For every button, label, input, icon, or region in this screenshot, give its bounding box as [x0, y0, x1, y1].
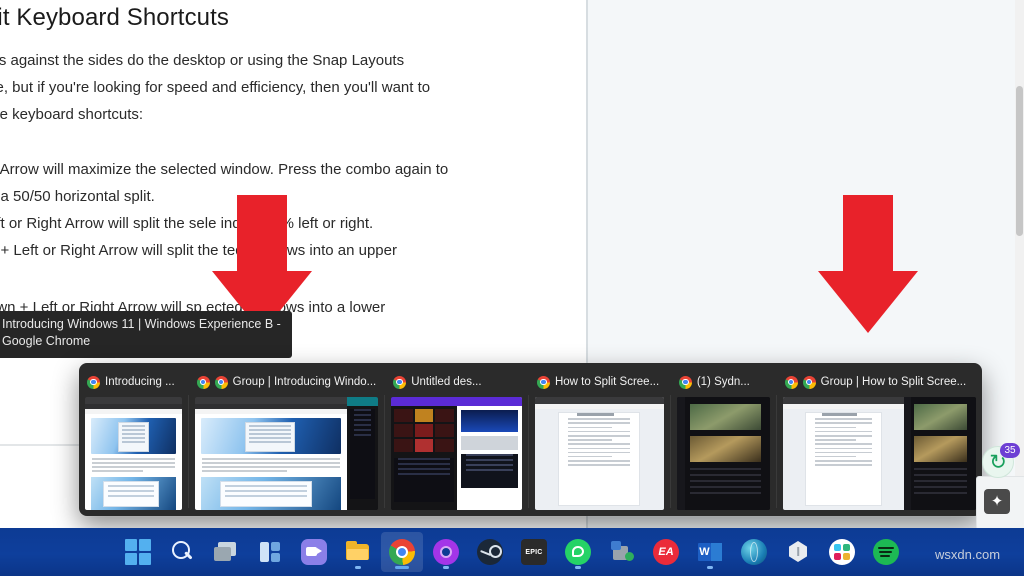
preview-title: (1) Sydn... — [696, 376, 750, 388]
article-line: p Arrow will maximize the selected windo… — [0, 161, 449, 178]
preview-image[interactable] — [194, 397, 379, 510]
preview-title-row: Untitled des... — [391, 371, 522, 393]
file-explorer-button[interactable] — [337, 532, 379, 572]
content-divider-accent — [0, 444, 80, 446]
running-indicator — [395, 566, 409, 569]
tooltip-line-2: Google Chrome — [2, 334, 91, 348]
preview-title: Group | How to Split Scree... — [820, 376, 967, 388]
article-line: ve, but if you're looking for speed and … — [0, 79, 431, 96]
preview-title: How to Split Scree... — [554, 376, 660, 388]
add-widget-button[interactable]: ✦ — [984, 489, 1010, 514]
teams-icon — [301, 539, 327, 565]
viber-button[interactable] — [425, 532, 467, 572]
preview-title: Untitled des... — [411, 376, 482, 388]
chrome-icon — [214, 375, 228, 389]
globe-button[interactable] — [733, 532, 775, 572]
screen-root: lit Keyboard Shortcuts ws against the si… — [0, 0, 1024, 576]
folder-icon — [345, 539, 371, 565]
article-line: ple keyboard shortcuts: — [0, 106, 144, 123]
arrow-shaft — [237, 195, 287, 273]
globe-icon — [741, 539, 767, 565]
task-view-icon — [213, 539, 239, 565]
epic-label: EPIC — [525, 548, 543, 556]
purple-ring-icon — [433, 539, 459, 565]
page-scrollbar-thumb[interactable] — [1016, 86, 1023, 236]
preview-title-row: (1) Sydn... — [677, 371, 770, 393]
chrome-icon — [196, 375, 210, 389]
chrome-icon — [536, 375, 550, 389]
preview-title-row: Introducing ... — [85, 371, 182, 393]
preview-image[interactable] — [85, 397, 182, 510]
article-line: ws against the sides do the desktop or u… — [0, 52, 405, 69]
cube-icon — [785, 539, 811, 565]
search-button[interactable] — [161, 532, 203, 572]
preview-title-row: Group | Introducing Windo... — [195, 371, 379, 393]
steam-icon — [477, 539, 503, 565]
ea-button[interactable]: EA — [645, 532, 687, 572]
taskbar-preview-flyout[interactable]: Introducing ... Group | Introducing Wind… — [79, 363, 982, 516]
preview-image[interactable] — [534, 397, 664, 510]
window-hover-tooltip: Introducing Windows 11 | Windows Experie… — [0, 311, 292, 358]
chrome-icon — [389, 539, 415, 565]
preview-image[interactable] — [676, 397, 770, 510]
sparkle-icon: ✦ — [990, 493, 1004, 510]
preview-title: Group | Introducing Windo... — [232, 376, 377, 388]
search-icon — [169, 539, 195, 565]
spotify-button[interactable] — [865, 532, 907, 572]
chrome-icon — [678, 375, 692, 389]
security-lock-icon — [609, 539, 635, 565]
widgets-button[interactable] — [249, 532, 291, 572]
ea-label: EA — [658, 546, 674, 558]
notification-badge: 35 — [1000, 443, 1020, 458]
annotation-arrow-right-icon — [818, 195, 918, 335]
start-button[interactable] — [117, 532, 159, 572]
ea-icon: EA — [653, 539, 679, 565]
chrome-icon — [393, 375, 407, 389]
preview-thumbnail[interactable]: Introducing ... — [79, 363, 188, 516]
arrow-shaft — [843, 195, 893, 273]
preview-thumbnail[interactable]: Group | How to Split Scree... — [777, 363, 982, 516]
chrome-icon — [802, 375, 816, 389]
steam-button[interactable] — [469, 532, 511, 572]
preview-thumbnail[interactable]: (1) Sydn... — [671, 363, 776, 516]
slack-button[interactable] — [821, 532, 863, 572]
task-view-button[interactable] — [205, 532, 247, 572]
epic-games-icon: EPIC — [521, 539, 547, 565]
windows-taskbar[interactable]: EPIC EA W — [0, 528, 1024, 576]
running-indicator — [443, 566, 449, 569]
word-icon: W — [697, 539, 723, 565]
teams-chat-button[interactable] — [293, 532, 335, 572]
slack-icon — [829, 539, 855, 565]
chrome-icon — [784, 375, 798, 389]
chrome-button[interactable] — [381, 532, 423, 572]
chrome-icon — [87, 375, 100, 389]
word-label: W — [698, 543, 711, 561]
spotify-icon — [873, 539, 899, 565]
preview-thumbnail[interactable]: Untitled des... — [385, 363, 528, 516]
running-indicator — [355, 566, 361, 569]
epic-games-button[interactable]: EPIC — [513, 532, 555, 572]
running-indicator — [575, 566, 581, 569]
word-button[interactable]: W — [689, 532, 731, 572]
tooltip-line-1: Introducing Windows 11 | Windows Experie… — [2, 317, 281, 331]
whatsapp-button[interactable] — [557, 532, 599, 572]
preview-image[interactable] — [391, 397, 523, 510]
whatsapp-icon — [565, 539, 591, 565]
preview-image[interactable] — [782, 397, 977, 510]
preview-title-row: Group | How to Split Scree... — [783, 371, 976, 393]
preview-title: Introducing ... — [105, 376, 175, 388]
security-button[interactable] — [601, 532, 643, 572]
preview-thumbnail[interactable]: Group | Introducing Windo... — [189, 363, 385, 516]
preview-title-row: How to Split Scree... — [535, 371, 664, 393]
virtualbox-button[interactable] — [777, 532, 819, 572]
windows-logo-icon — [125, 539, 151, 565]
page-title: lit Keyboard Shortcuts — [0, 4, 229, 31]
preview-thumbnail[interactable]: How to Split Scree... — [529, 363, 670, 516]
arrow-head — [818, 271, 918, 333]
article-paragraph-1: ws against the sides do the desktop or u… — [0, 47, 548, 128]
widgets-icon — [257, 539, 283, 565]
watermark: wsxdn.com — [935, 547, 1001, 562]
running-indicator — [707, 566, 713, 569]
